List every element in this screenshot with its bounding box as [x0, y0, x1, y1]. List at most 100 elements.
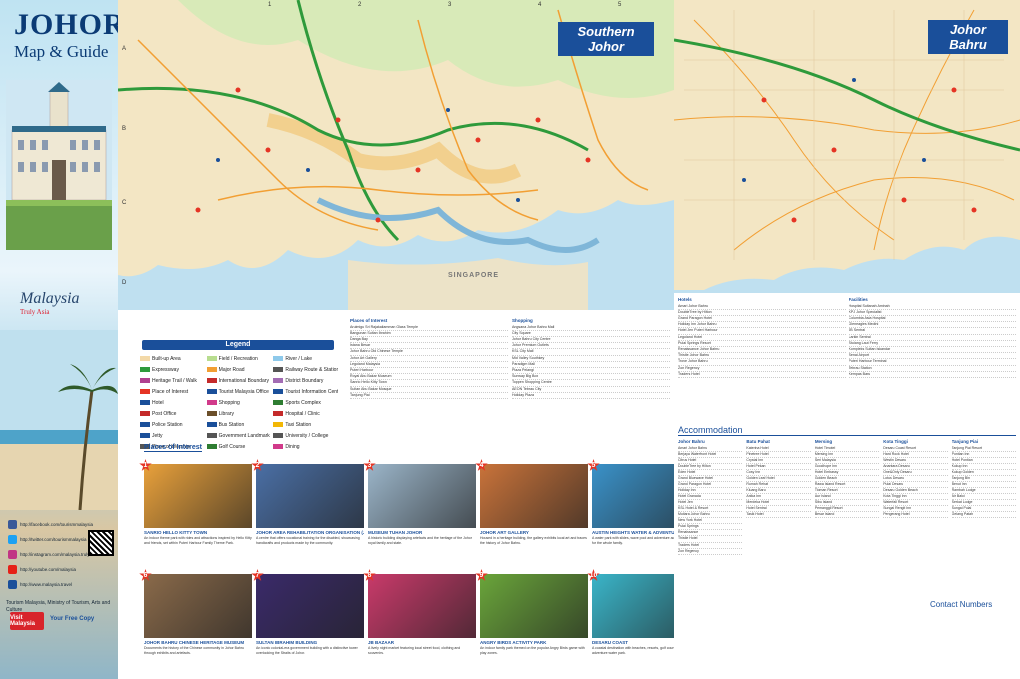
index-row-label: Rumah Rehat: [746, 481, 769, 486]
johor-bahru-map[interactable]: Johor Bahru: [674, 0, 1020, 293]
index-row-label: Pengerang Hotel: [883, 512, 910, 517]
place-description: Documents the history of the Chinese com…: [144, 646, 244, 655]
index-row-label: Westin Desaru: [883, 457, 907, 462]
legend-label: Built-up Area: [152, 355, 181, 362]
index-row-label: Hotel Sentral: [746, 506, 767, 511]
legend-symbol-icon: [140, 433, 150, 438]
index-row-label: Puteri Harbour Terminal: [848, 359, 887, 364]
legend-item: Library: [206, 409, 272, 418]
grid-row-label: D: [122, 280, 127, 286]
index-row-label: Besar Island: [814, 512, 835, 517]
legend-label: Place of Interest: [152, 388, 189, 395]
index-row-label: Rawa Island Resort: [814, 481, 846, 486]
legend-label: Tourist Information Centre: [285, 388, 338, 395]
legend-symbol-icon: [273, 389, 284, 394]
visit-malaysia-logo: Visit Malaysia: [10, 612, 44, 630]
place-card[interactable]: 7 Sultan Ibrahim Building An iconic coloni…: [251, 569, 364, 678]
index-row-label: Mutiara Johor Bahru: [678, 512, 710, 517]
index-row-label: Gleneagles Medini: [848, 322, 879, 327]
index-row-label: Tioman Resort: [814, 487, 838, 492]
place-photo: [256, 464, 364, 528]
place-card[interactable]: 3 Museum Tuhan Johor A historic building d…: [363, 459, 476, 572]
index-row-label: Legoland Hotel: [678, 334, 703, 339]
southern-johor-map[interactable]: Southern Johor 1 2 3 4 5 A B C D SINGAPO…: [118, 0, 674, 310]
index-row-label: Hospital Sultanah Aminah: [848, 303, 890, 308]
index-row-label: Tanjung Piai: [350, 392, 370, 397]
index-row[interactable]: Pengerang Hotel: [883, 512, 948, 519]
legend-label: Shopping: [218, 399, 240, 406]
grid-col-label: 4: [538, 2, 542, 8]
index-row-label: Hotel Granada: [678, 494, 701, 499]
index-row-label: Citrus Hotel: [678, 457, 697, 462]
index-row-label: Paradigm Mall: [512, 361, 535, 366]
index-column: Mersing Hotel Timotel Mersing Inn Seri Mala…: [814, 439, 880, 669]
index-row-label: Pulai Springs Resort: [678, 340, 711, 345]
place-card[interactable]: 1 Sanrio Hello Kitty Town An indoor theme …: [139, 459, 252, 572]
place-description: An indoor theme park with rides and attr…: [144, 536, 252, 545]
index-row-label: KPJ Johor Specialist: [848, 309, 882, 314]
index-row[interactable]: Traders Hotel: [678, 372, 846, 378]
index-row-label: DoubleTree by Hilton: [678, 463, 711, 468]
index-row-label: Air Baloi: [951, 494, 965, 499]
index-row[interactable]: Tanjung Piai: [350, 393, 508, 399]
legend-label: University / College: [285, 432, 329, 439]
place-title: Johor Art Gallery: [480, 530, 529, 535]
index-column: Facilities Hospital Sultanah Aminah KPJ Jo…: [848, 297, 1016, 421]
place-card[interactable]: 2 Johor Area Rehabilitation Organisation …: [251, 459, 364, 572]
index-row-label: Johor Premium Outlets: [512, 343, 549, 348]
accommodation-columns: Johor Bahru Amari Johor Bahru Berjaya Wate…: [678, 439, 1017, 669]
social-link-facebook[interactable]: http://facebook.com/tourismmalaysia: [8, 520, 112, 529]
qr-code: [88, 530, 114, 556]
legend-label: Sports Complex: [285, 399, 321, 406]
index-row-label: Zon Regency: [678, 365, 700, 370]
index-row[interactable]: Holiday Plaza: [512, 393, 670, 399]
index-row-label: One&Only Desaru: [883, 469, 912, 474]
legend-symbol-icon: [273, 433, 284, 438]
place-card[interactable]: 4 Johor Art Gallery Housed in a heritage b…: [475, 459, 588, 572]
place-card[interactable]: 8 Jb Bazaar A lively night market featurin…: [363, 569, 476, 678]
grid-row-label: C: [122, 200, 127, 206]
place-card[interactable]: 6 Johor Bahru Chinese Heritage Museum Docu…: [139, 569, 252, 678]
index-row-label: Stulang Laut Ferry: [848, 340, 879, 345]
instagram-icon: [8, 550, 17, 559]
poi-index: Hotels Amari Johor Bahru DoubleTree by Hil…: [674, 293, 1020, 425]
index-row[interactable]: Gelang Patah: [951, 512, 1017, 519]
grid-col-label: 2: [358, 2, 362, 8]
legend-item: Dining: [273, 442, 338, 451]
place-card[interactable]: 9 Angry Birds Activity Park An indoor fami…: [475, 569, 588, 678]
legend-item: Heritage Trail / Walk: [140, 376, 205, 385]
place-photo: [480, 574, 588, 638]
legend-symbol-icon: [273, 400, 284, 405]
legend-symbol-icon: [206, 367, 217, 372]
index-row-label: KSL City Mall: [512, 349, 534, 354]
place-photo: [480, 464, 588, 528]
index-row-label: Tanjung Piai Resort: [951, 445, 982, 450]
index-row-label: Holiday Inn: [678, 487, 696, 492]
legend-item: Expressway: [140, 365, 205, 374]
social-link-label: http://www.malaysia.travel: [20, 582, 73, 587]
legend-item: Field / Recreation: [206, 354, 272, 363]
index-row-label: Istana Besar: [350, 343, 371, 348]
legend-item: District Boundary: [273, 376, 338, 385]
index-row-label: Sungai Rengit Inn: [883, 506, 912, 511]
social-link-youtube[interactable]: http://youtube.com/malaysia: [8, 565, 112, 574]
index-row-label: Sanrio Hello Kitty Town: [350, 380, 387, 385]
legend-label: Railway Route & Station: [285, 366, 338, 373]
legend-item: International Boundary: [206, 376, 272, 385]
social-link-web[interactable]: http://www.malaysia.travel: [8, 580, 112, 589]
index-row-label: Kempas Baru: [848, 371, 871, 376]
index-row-label: Holiday Plaza: [512, 392, 534, 397]
index-row-label: Pulai Springs: [678, 524, 699, 529]
legend-symbol-icon: [206, 400, 217, 405]
accommodation-title: Accommodation: [678, 425, 1016, 436]
index-row-label: KSL Hotel & Resort: [678, 506, 709, 511]
index-row[interactable]: Zon Regency: [678, 549, 743, 555]
index-row[interactable]: Besar Island: [814, 512, 880, 519]
legend-symbol-icon: [206, 389, 217, 394]
index-row-label: Golden Beach: [814, 475, 837, 480]
index-row[interactable]: Tasik Hotel: [746, 512, 811, 519]
legend-item: Taxi Station: [273, 420, 338, 429]
legend-grid: Built-up Area Field / Recreation River / L…: [140, 354, 338, 451]
legend-label: District Boundary: [285, 377, 324, 384]
index-row[interactable]: Kempas Baru: [848, 371, 1016, 378]
